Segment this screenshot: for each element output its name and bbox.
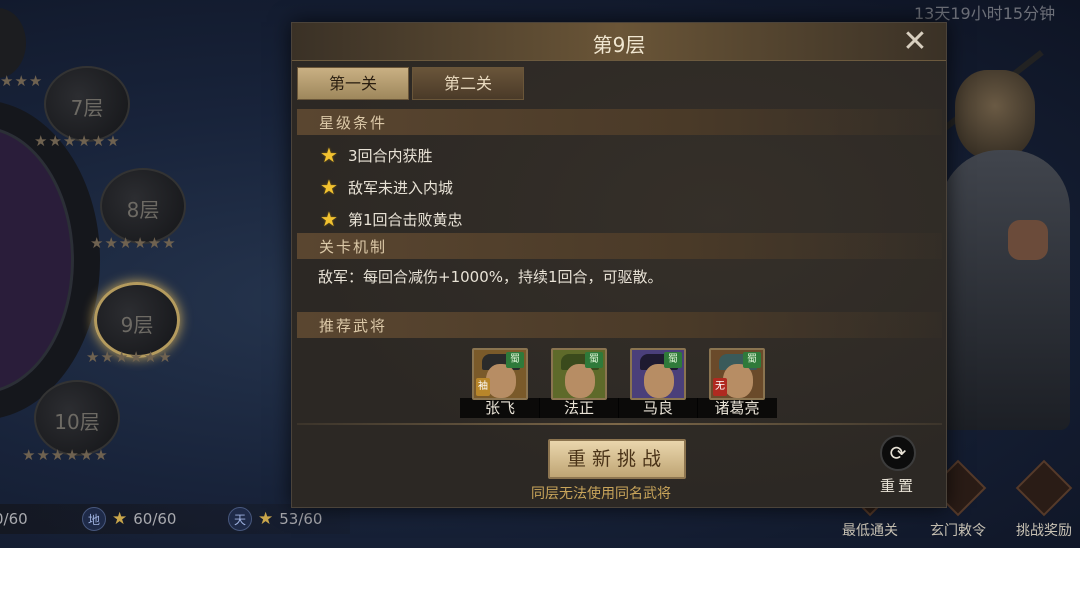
hero-card[interactable]: 蜀 马良 <box>618 348 698 418</box>
star-count: 60/60 <box>133 510 177 528</box>
warrior-head <box>955 70 1035 160</box>
star-icon: ★ <box>320 143 338 167</box>
condition-item: ★ 敌军未进入内城 <box>320 175 453 199</box>
floor-9-stars: ★★★★★★ <box>86 348 173 366</box>
hero-name: 张飞 <box>460 398 540 418</box>
star-counter-ren: 0/60 <box>0 508 28 530</box>
star-icon: ★ <box>258 509 274 529</box>
face-graphic <box>644 364 674 398</box>
floor-8-node[interactable]: 8层 <box>100 168 186 244</box>
condition-text: 第1回合击败黄忠 <box>347 210 463 229</box>
button-label: 最低通关 <box>842 523 898 539</box>
floor-label: 8层 <box>126 198 160 222</box>
face-graphic <box>723 364 753 398</box>
section-label: 星级条件 <box>319 114 388 132</box>
retry-challenge-button[interactable]: 重新挑战 <box>548 439 686 479</box>
faction-badge-icon: 蜀 <box>664 352 682 368</box>
star-conditions-header: 星级条件 <box>297 109 942 135</box>
dialog-title: 第9层 <box>592 33 646 57</box>
floor-dialog: 第9层 ✕ 第一关 第二关 星级条件 ★ 3回合内获胜 ★ 敌军未进入内城 ★ … <box>291 22 947 508</box>
game-screen: 13天19小时15分钟 ★★★ 7层 ★★★★★★ 8层 ★★★★★★ 9层 ★… <box>0 0 1080 548</box>
face-graphic <box>486 364 516 398</box>
tian-badge-icon: 天 <box>228 507 252 531</box>
star-icon: ★ <box>112 509 128 529</box>
hero-name: 马良 <box>618 398 698 418</box>
section-label: 推荐武将 <box>319 317 388 335</box>
button-label: 挑战奖励 <box>1016 523 1072 539</box>
faction-badge-icon: 蜀 <box>743 352 761 368</box>
floor-top-partial <box>0 8 26 78</box>
star-counter-di: 地 ★ 60/60 <box>82 507 177 531</box>
mechanic-description: 敌军：每回合减伤+1000%，持续1回合，可驱散。 <box>318 268 663 286</box>
hero-name: 诸葛亮 <box>697 398 777 418</box>
floor-10-stars: ★★★★★★ <box>22 446 109 464</box>
hero-card[interactable]: 蜀 法正 <box>539 348 619 418</box>
hero-tag-icon: 袖 <box>476 378 490 396</box>
hero-portrait: 蜀 <box>551 348 607 400</box>
floor-label: 7层 <box>70 96 104 120</box>
hero-portrait: 蜀 袖 <box>472 348 528 400</box>
chest-icon <box>1015 459 1073 517</box>
challenge-reward-button[interactable]: 挑战奖励 <box>1004 459 1080 542</box>
di-badge-icon: 地 <box>82 507 106 531</box>
button-label: 玄门敕令 <box>930 523 986 539</box>
star-count: 53/60 <box>279 510 323 528</box>
floor-top-stars: ★★★ <box>0 72 44 90</box>
star-icon: ★ <box>320 175 338 199</box>
floor-7-stars: ★★★★★★ <box>34 132 121 150</box>
condition-text: 3回合内获胜 <box>347 146 433 165</box>
stage-mechanic-header: 关卡机制 <box>297 233 942 259</box>
condition-text: 敌军未进入内城 <box>347 178 453 197</box>
faction-badge-icon: 蜀 <box>506 352 524 368</box>
close-icon[interactable]: ✕ <box>900 27 930 57</box>
warrior-fist <box>1008 220 1048 260</box>
hero-card[interactable]: 蜀 无 诸葛亮 <box>697 348 777 418</box>
tab-stage-2[interactable]: 第二关 <box>412 67 524 100</box>
star-counter-tian: 天 ★ 53/60 <box>228 507 323 531</box>
hero-portrait: 蜀 <box>630 348 686 400</box>
dialog-title-bar: 第9层 ✕ <box>292 23 946 61</box>
faction-badge-icon: 蜀 <box>585 352 603 368</box>
hero-card[interactable]: 蜀 袖 张飞 <box>460 348 540 418</box>
refresh-icon: ⟳ <box>880 435 916 471</box>
floor-10-node[interactable]: 10层 <box>34 380 120 456</box>
floor-7-node[interactable]: 7层 <box>44 66 130 142</box>
star-icon: ★ <box>320 207 338 231</box>
condition-item: ★ 第1回合击败黄忠 <box>320 207 462 231</box>
event-timer: 13天19小时15分钟 <box>914 4 1056 23</box>
star-count: 0/60 <box>0 510 28 528</box>
floor-label: 9层 <box>120 313 154 337</box>
dialog-divider <box>297 423 942 425</box>
reset-label: 重置 <box>879 477 916 495</box>
face-graphic <box>565 364 595 398</box>
same-name-hint: 同层无法使用同名武将 <box>292 483 946 503</box>
warrior-armor <box>940 150 1070 430</box>
floor-8-stars: ★★★★★★ <box>90 234 177 252</box>
floor-9-node[interactable]: 9层 <box>94 282 180 358</box>
condition-item: ★ 3回合内获胜 <box>320 143 432 167</box>
section-label: 关卡机制 <box>319 238 388 256</box>
hint-text: 同层无法使用同名武将 <box>531 486 671 502</box>
floor-label: 10层 <box>54 410 100 434</box>
hero-tag-icon: 无 <box>713 378 727 396</box>
tab-stage-1[interactable]: 第一关 <box>297 67 409 100</box>
hero-name: 法正 <box>539 398 619 418</box>
reset-button[interactable]: ⟳ 重置 <box>876 435 920 496</box>
recommended-heroes-header: 推荐武将 <box>297 312 942 338</box>
hero-portrait: 蜀 无 <box>709 348 765 400</box>
